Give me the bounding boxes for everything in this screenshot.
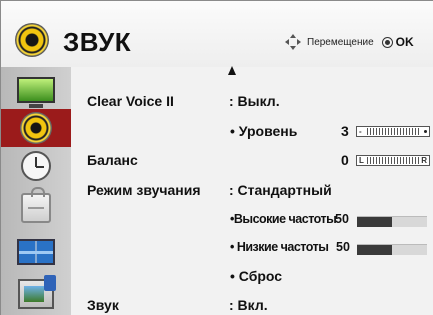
bass-value: 50 — [336, 240, 350, 254]
treble-bar[interactable] — [357, 216, 427, 227]
sound-menu-osd: ЗВУК Перемещение OK Clear Voice II: Вык… — [0, 0, 433, 315]
setting-row-treble[interactable]: •Высокие частоты 50 — [1, 212, 433, 234]
bass-bar-fill — [357, 245, 392, 255]
sound-mode-value: : Стандартный — [229, 182, 332, 198]
sound-label: Звук — [87, 297, 119, 313]
treble-bar-fill — [357, 217, 392, 227]
setting-row-sound[interactable]: Звук : Вкл. — [1, 297, 433, 315]
level-slider-knob — [424, 130, 427, 133]
balance-label: Баланс — [87, 152, 138, 168]
reset-button[interactable]: • Сброс — [230, 268, 282, 284]
sound-value: : Вкл. — [229, 297, 268, 313]
scroll-up-arrow-icon[interactable] — [228, 66, 236, 75]
bass-label: • Низкие частоты — [230, 240, 329, 254]
clear-voice-value: : Выкл. — [229, 93, 280, 109]
setting-row-balance[interactable]: Баланс 0 L R — [1, 152, 433, 174]
treble-label: •Высокие частоты — [230, 212, 337, 226]
balance-slider[interactable]: L R — [356, 155, 430, 166]
ok-label: OK — [395, 35, 414, 49]
treble-value: 50 — [335, 212, 349, 226]
setting-row-bass[interactable]: • Низкие частоты 50 — [1, 240, 433, 262]
page-title: ЗВУК — [63, 27, 132, 57]
setting-row-sound-mode[interactable]: Режим звучания : Стандартный — [1, 182, 433, 204]
dpad-icon — [285, 34, 301, 50]
balance-value: 0 — [341, 152, 349, 168]
setting-row-clear-voice[interactable]: Clear Voice II : Выкл. — [1, 93, 433, 115]
bass-bar[interactable] — [357, 244, 427, 255]
sound-mode-label: Режим звучания — [87, 182, 201, 198]
sound-icon — [15, 23, 49, 57]
level-label: • Уровень — [230, 123, 298, 139]
ok-icon — [381, 36, 393, 48]
menu-header: ЗВУК Перемещение OK — [1, 1, 433, 67]
level-value: 3 — [341, 123, 349, 139]
clear-voice-label: Clear Voice II — [87, 93, 174, 109]
setting-row-reset[interactable]: • Сброс — [1, 268, 433, 290]
navigation-hint: Перемещение OK — [285, 34, 414, 50]
setting-row-level[interactable]: • Уровень 3 - — [1, 123, 433, 145]
navigation-hint-label: Перемещение — [307, 36, 374, 48]
level-slider[interactable]: - — [356, 126, 430, 137]
